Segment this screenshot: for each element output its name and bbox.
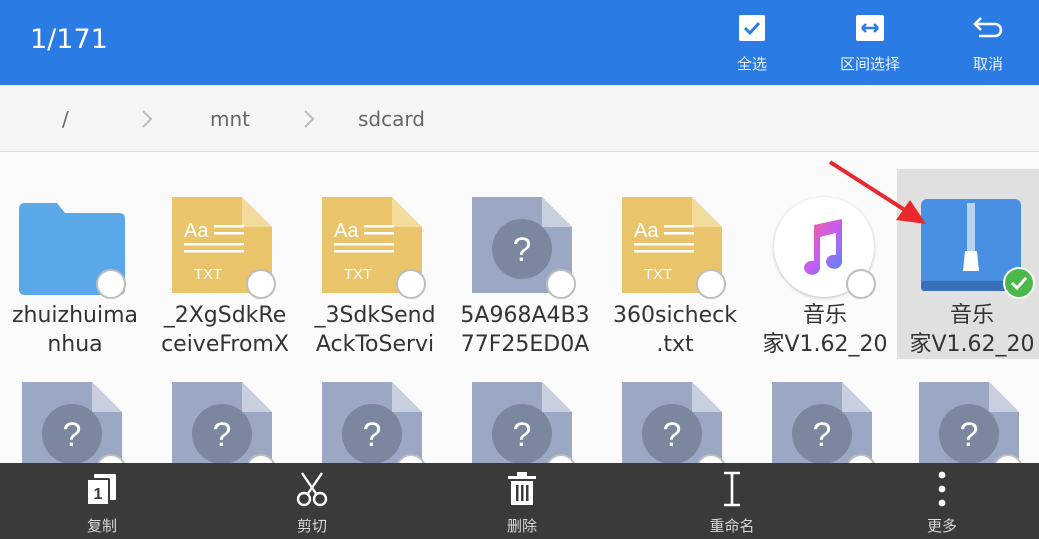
checkbox-icon <box>732 8 772 48</box>
more-button[interactable]: 更多 <box>882 463 1002 539</box>
unknown-file-icon: ? <box>22 382 122 463</box>
file-thumbnail: ? <box>450 372 600 463</box>
unknown-glyph: ? <box>663 416 682 454</box>
chevron-right-icon <box>142 110 153 128</box>
unknown-file-icon: ? <box>472 382 572 463</box>
file-thumbnail: ? <box>600 372 750 463</box>
file-item[interactable]: ? <box>300 354 450 463</box>
txt-badge: TXT <box>344 266 372 283</box>
rename-button[interactable]: 重命名 <box>672 463 792 539</box>
cancel-button[interactable]: 取消 <box>958 0 1018 85</box>
copy-icon: 1 <box>82 469 122 509</box>
file-item[interactable]: zhuizhuima nhua <box>0 169 150 359</box>
file-thumbnail: Aa TXT <box>300 187 450 299</box>
delete-label: 删除 <box>506 517 537 535</box>
more-label: 更多 <box>926 517 957 535</box>
unknown-glyph: ? <box>363 416 382 454</box>
file-name: _2XgSdkRe ceiveFromX <box>161 303 289 357</box>
unknown-file-icon: ? <box>172 382 272 463</box>
unknown-glyph: ? <box>960 416 979 454</box>
selection-toolbar: 1/171 全选 区间选择 取消 <box>0 0 1039 85</box>
range-select-label: 区间选择 <box>839 55 900 73</box>
file-item[interactable]: ? <box>600 354 750 463</box>
file-thumbnail: ? <box>300 372 450 463</box>
file-item[interactable]: ? <box>0 354 150 463</box>
unknown-glyph: ? <box>513 231 532 269</box>
file-name: 音乐 家V1.62_20 <box>762 303 888 357</box>
unknown-file-icon: ? <box>322 382 422 463</box>
file-name: _3SdkSend AckToServi <box>314 303 436 357</box>
file-thumbnail: ? <box>750 372 900 463</box>
breadcrumb: / mnt sdcard <box>0 85 1039 152</box>
unknown-glyph: ? <box>513 416 532 454</box>
copy-label: 复制 <box>86 517 117 535</box>
checked-icon[interactable] <box>1003 267 1035 299</box>
file-name: 音乐 家V1.62_20 <box>909 303 1035 357</box>
txt-badge: TXT <box>644 266 672 283</box>
rename-icon <box>712 469 752 509</box>
breadcrumb-root[interactable]: / <box>62 107 69 131</box>
action-bar: 1 复制 剪切 删除 重命名 更多 <box>0 463 1039 539</box>
file-thumbnail: Aa TXT <box>600 187 750 299</box>
chevron-right-icon <box>304 110 315 128</box>
range-select-button[interactable]: 区间选择 <box>826 0 914 85</box>
copy-icon-digit: 1 <box>94 486 103 503</box>
unchecked-circle-icon[interactable] <box>546 269 576 299</box>
trash-icon <box>502 469 542 509</box>
file-name: 5A968A4B3 77F25ED0A <box>460 303 590 357</box>
unknown-file-icon: ? <box>772 382 872 463</box>
txt-badge: TXT <box>194 266 222 283</box>
breadcrumb-mnt[interactable]: mnt <box>210 107 250 131</box>
file-name: 360sicheck .txt <box>613 303 737 357</box>
breadcrumb-sdcard[interactable]: sdcard <box>358 107 425 131</box>
txt-glyph: Aa <box>184 220 209 242</box>
selection-count: 1/171 <box>30 24 108 55</box>
scissors-icon <box>292 469 332 509</box>
unknown-glyph: ? <box>813 416 832 454</box>
file-item[interactable]: Aa TXT 360sicheck .txt <box>600 169 750 359</box>
file-thumbnail <box>0 187 150 299</box>
rename-label: 重命名 <box>709 517 755 535</box>
copy-button[interactable]: 1 复制 <box>42 463 162 539</box>
cancel-label: 取消 <box>972 55 1003 73</box>
file-thumbnail: ? <box>0 372 150 463</box>
txt-glyph: Aa <box>634 220 659 242</box>
range-select-icon <box>850 8 890 48</box>
select-all-button[interactable]: 全选 <box>722 0 782 85</box>
file-item[interactable]: ? <box>750 354 900 463</box>
more-vert-icon <box>922 469 962 509</box>
txt-glyph: Aa <box>334 220 359 242</box>
undo-icon <box>968 8 1008 48</box>
delete-button[interactable]: 删除 <box>462 463 582 539</box>
file-item[interactable]: ? 5A968A4B3 77F25ED0A <box>450 169 600 359</box>
cut-label: 剪切 <box>296 517 327 535</box>
annotation-arrow-icon <box>828 160 926 224</box>
file-item[interactable]: ? <box>450 354 600 463</box>
unchecked-circle-icon[interactable] <box>696 269 726 299</box>
file-thumbnail: ? <box>897 372 1039 463</box>
file-item[interactable]: Aa TXT _2XgSdkRe ceiveFromX <box>150 169 300 359</box>
file-item[interactable]: Aa TXT _3SdkSend AckToServi <box>300 169 450 359</box>
unchecked-circle-icon[interactable] <box>396 269 426 299</box>
file-name: zhuizhuima nhua <box>11 303 138 357</box>
unknown-glyph: ? <box>63 416 82 454</box>
unknown-file-icon: ? <box>919 382 1019 463</box>
file-item[interactable]: ? <box>897 354 1039 463</box>
unchecked-circle-icon[interactable] <box>246 269 276 299</box>
cut-button[interactable]: 剪切 <box>252 463 372 539</box>
file-item[interactable]: ? <box>150 354 300 463</box>
unchecked-circle-icon[interactable] <box>846 269 876 299</box>
unchecked-circle-icon[interactable] <box>96 269 126 299</box>
file-thumbnail: Aa TXT <box>150 187 300 299</box>
file-thumbnail: ? <box>150 372 300 463</box>
unknown-file-icon: ? <box>622 382 722 463</box>
file-thumbnail: ? <box>450 187 600 299</box>
select-all-label: 全选 <box>736 55 767 73</box>
unknown-glyph: ? <box>213 416 232 454</box>
